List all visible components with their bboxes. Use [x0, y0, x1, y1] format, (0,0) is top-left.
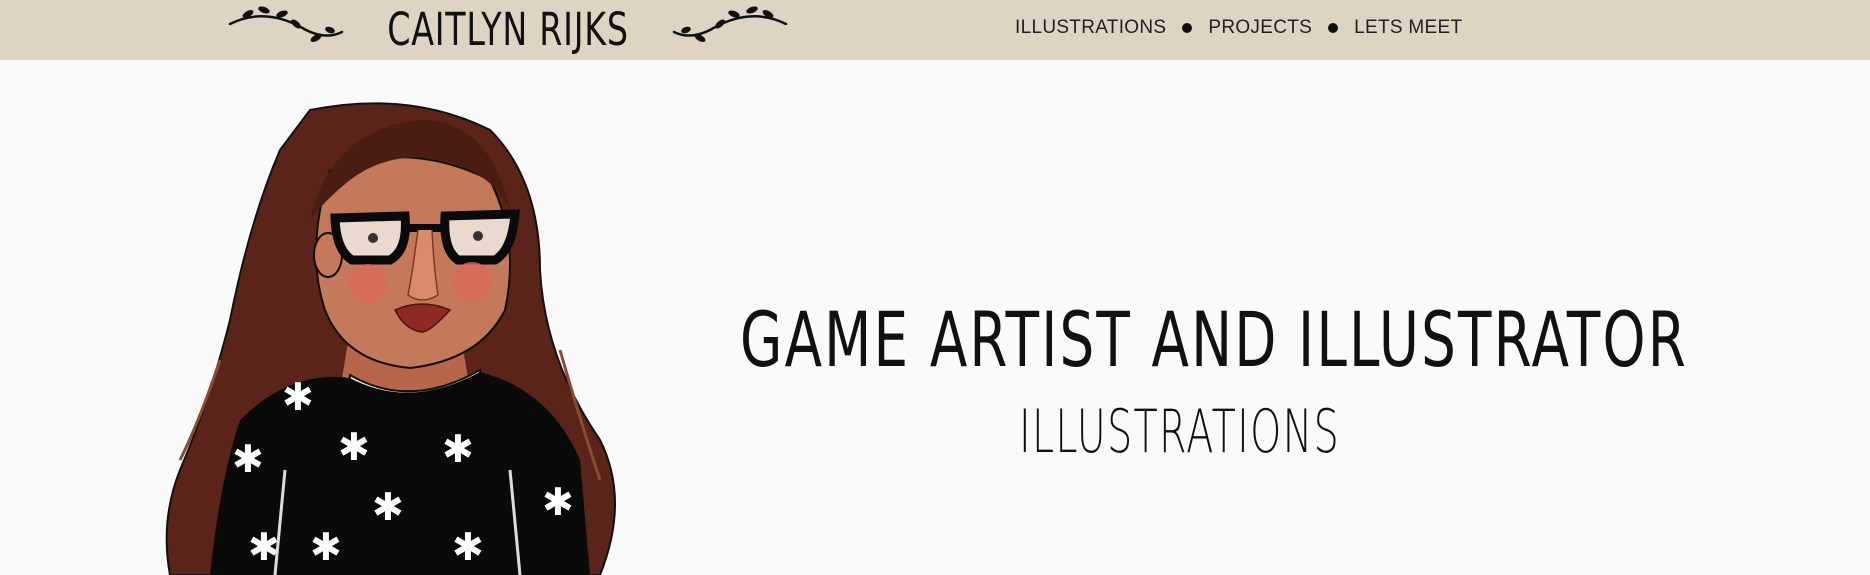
nav-separator-dot: [1328, 23, 1339, 33]
svg-text:✱: ✱: [542, 480, 574, 524]
svg-text:✱: ✱: [442, 427, 474, 471]
site-logo[interactable]: CAITLYN RIJKS: [226, 0, 790, 60]
hero-title: GAME ARTIST AND ILLUSTRATOR: [740, 295, 1688, 384]
svg-text:✱: ✱: [372, 485, 404, 529]
svg-text:✱: ✱: [232, 437, 264, 481]
nav-item-projects[interactable]: PROJECTS: [1208, 17, 1312, 39]
nav-item-lets-meet[interactable]: LETS MEET: [1354, 17, 1462, 39]
main-nav: ILLUSTRATIONS PROJECTS LETS MEET: [1015, 13, 1462, 43]
top-navigation-bar: CAITLYN RIJKS ILLUSTRATIONS PROJECTS LET…: [0, 0, 1870, 60]
svg-text:✱: ✱: [338, 425, 370, 469]
svg-text:✱: ✱: [282, 375, 314, 419]
self-portrait-illustration: ✱ ✱ ✱ ✱ ✱ ✱ ✱ ✱ ✱: [165, 102, 616, 575]
logo-text: CAITLYN RIJKS: [387, 3, 629, 56]
hero-subtitle: ILLUSTRATIONS: [1019, 397, 1341, 467]
svg-text:✱: ✱: [310, 525, 342, 569]
nav-separator-dot: [1182, 23, 1193, 33]
nav-item-illustrations[interactable]: ILLUSTRATIONS: [1015, 17, 1166, 39]
svg-text:✱: ✱: [452, 525, 484, 569]
